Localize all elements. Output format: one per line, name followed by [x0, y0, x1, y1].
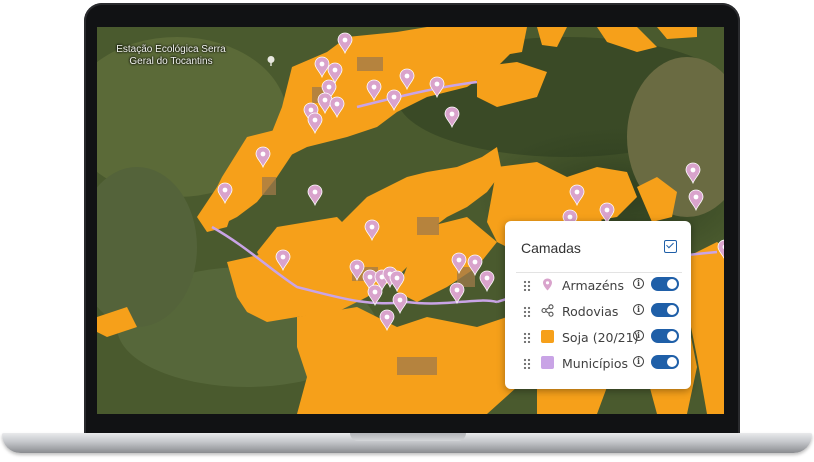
layer-row-municipios: Municípios i — [517, 352, 683, 374]
marker-dot — [354, 264, 360, 270]
protected-area-label: Estação Ecológica Serra Geral do Tocanti… — [116, 44, 226, 67]
marker-dot — [397, 297, 403, 303]
drag-handle-icon[interactable] — [523, 306, 531, 317]
layer-toggle[interactable] — [651, 355, 679, 369]
share-nodes-icon — [541, 304, 554, 317]
layer-toggle[interactable] — [651, 303, 679, 317]
marker-dot — [371, 84, 377, 90]
marker-dot — [391, 94, 397, 100]
marker-dot — [312, 117, 318, 123]
layer-label: Rodovias — [562, 304, 619, 319]
layer-toggle[interactable] — [651, 277, 679, 291]
marker-dot — [222, 187, 228, 193]
marker-dot — [260, 151, 266, 157]
marker-dot — [334, 101, 340, 107]
tree-icon — [267, 56, 275, 66]
marker-dot — [567, 214, 573, 220]
layer-toggle[interactable] — [651, 329, 679, 343]
map-pin-icon — [543, 278, 552, 291]
layer-label: Armazéns — [562, 278, 624, 293]
select-all-checkbox[interactable] — [664, 240, 677, 253]
info-icon[interactable]: i — [633, 330, 644, 341]
marker-dot — [319, 61, 325, 67]
marker-dot — [384, 314, 390, 320]
marker-dot — [322, 97, 328, 103]
marker-dot — [574, 189, 580, 195]
marker-dot — [456, 257, 462, 263]
laptop-mockup: Estação Ecológica Serra Geral do Tocanti… — [0, 0, 814, 462]
marker-dot — [404, 73, 410, 79]
marker-dot — [312, 189, 318, 195]
info-icon[interactable]: i — [633, 278, 644, 289]
laptop-notch — [350, 433, 466, 441]
marker-dot — [454, 287, 460, 293]
drag-handle-icon[interactable] — [523, 332, 531, 343]
marker-dot — [690, 167, 696, 173]
layer-label: Municípios — [562, 356, 629, 371]
drag-handle-icon[interactable] — [523, 280, 531, 291]
marker-dot — [332, 67, 338, 73]
panel-divider — [516, 272, 682, 273]
orange-square-swatch — [541, 330, 554, 343]
marker-dot — [449, 111, 455, 117]
marker-dot — [472, 259, 478, 265]
violet-square-swatch — [541, 356, 554, 369]
layer-row-soja: Soja (20/21) i — [517, 326, 683, 348]
marker-dot — [434, 81, 440, 87]
marker-dot — [394, 275, 400, 281]
marker-dot — [342, 37, 348, 43]
marker-dot — [280, 254, 286, 260]
info-icon[interactable]: i — [633, 304, 644, 315]
info-icon[interactable]: i — [633, 356, 644, 367]
marker-dot — [372, 289, 378, 295]
marker-dot — [484, 275, 490, 281]
layer-row-rodovias: Rodovias i — [517, 300, 683, 322]
drag-handle-icon[interactable] — [523, 358, 531, 369]
marker-dot — [326, 84, 332, 90]
layer-row-armazens: Armazéns i — [517, 274, 683, 296]
marker-dot — [367, 274, 373, 280]
marker-dot — [604, 207, 610, 213]
marker-dot — [693, 194, 699, 200]
marker-dot — [369, 224, 375, 230]
marker-dot — [308, 107, 314, 113]
layer-label: Soja (20/21) — [562, 330, 639, 345]
panel-title: Camadas — [521, 240, 581, 256]
